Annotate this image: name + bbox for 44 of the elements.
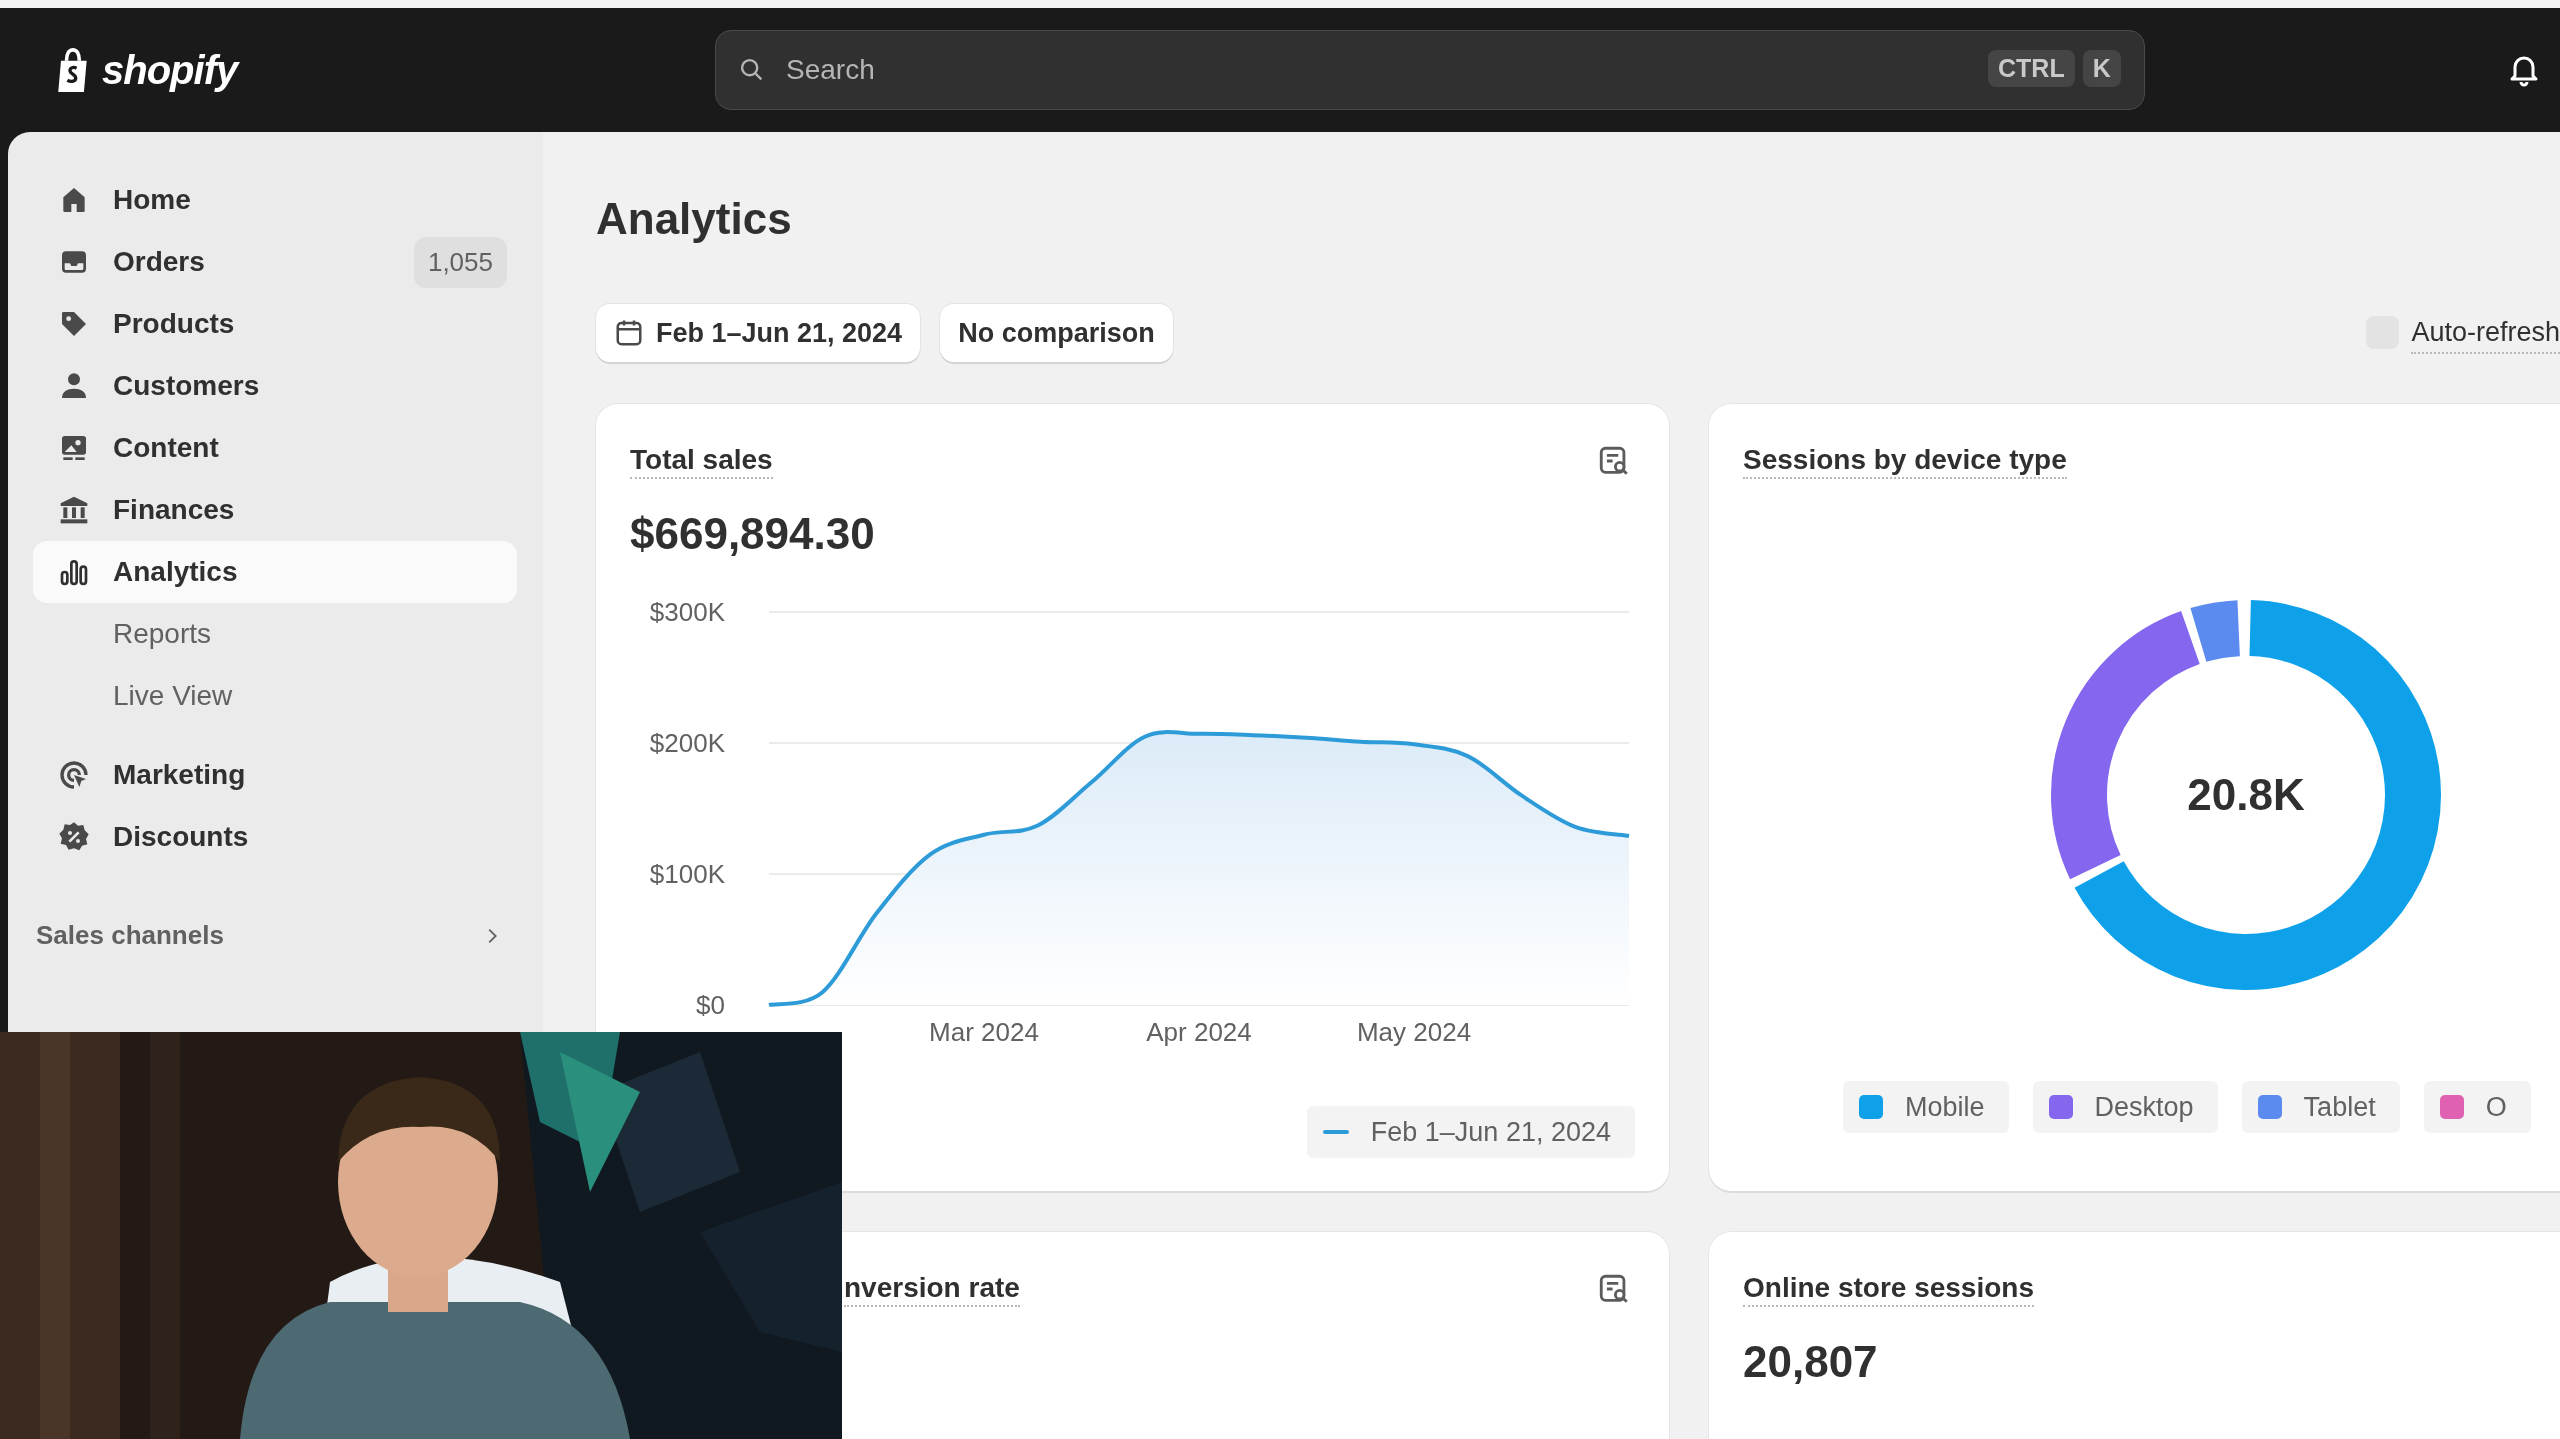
target-icon: [58, 759, 90, 791]
legend-label: Desktop: [2094, 1090, 2194, 1124]
legend-label: Feb 1–Jun 21, 2024: [1370, 1115, 1611, 1149]
card-title: Online store sessions: [1743, 1269, 2034, 1307]
nav-item[interactable]: Orders 1,055: [33, 231, 517, 293]
shortcut-key: CTRL: [1988, 50, 2075, 87]
count-badge: 1,055: [413, 236, 507, 288]
nav-subitem[interactable]: Reports: [33, 603, 517, 665]
date-range-button[interactable]: Feb 1–Jun 21, 2024: [596, 303, 921, 362]
legend-label: Tablet: [2303, 1090, 2376, 1124]
nav-item[interactable]: Analytics: [33, 541, 517, 603]
nav-item[interactable]: Customers: [33, 355, 517, 417]
auto-refresh-label: Auto-refresh: [2411, 311, 2560, 355]
bank-icon: [58, 494, 90, 526]
comparison-button[interactable]: No comparison: [940, 303, 1173, 362]
section-label: Sales channels: [36, 919, 224, 952]
legend-label: Mobile: [1905, 1090, 1985, 1124]
nav-item[interactable]: Content: [33, 417, 517, 479]
axis-label: $0: [696, 989, 725, 1020]
legend-label: O: [2485, 1090, 2507, 1124]
metric-value: 20,807: [1743, 1335, 1879, 1388]
card-title: Sessions by device type: [1743, 441, 2067, 479]
line-swatch: [1322, 1129, 1349, 1134]
axis-label: $300K: [649, 596, 725, 627]
nav-item[interactable]: Marketing: [33, 744, 517, 806]
card-title: nversion rate: [844, 1269, 1020, 1307]
nav-subitem[interactable]: Live View: [33, 665, 517, 727]
axis-label: $200K: [649, 727, 725, 758]
shortcut-key: K: [2082, 50, 2121, 87]
axis-label: $100K: [649, 858, 725, 889]
nav-item[interactable]: Home: [33, 169, 517, 231]
axis-label: Apr 2024: [1146, 1016, 1252, 1047]
nav-item[interactable]: Products: [33, 293, 517, 355]
card-title: Total sales: [630, 441, 773, 479]
center-value: 20.8K: [2186, 769, 2305, 819]
metric-value: $669,894.30: [630, 507, 876, 560]
axis-label: Mar 2024: [929, 1016, 1039, 1047]
logo-text: shopify: [102, 47, 238, 94]
axis-label: May 2024: [1356, 1016, 1472, 1047]
nav-item[interactable]: Discounts: [33, 806, 517, 868]
section-header[interactable]: Sales channels: [33, 908, 517, 963]
page-title: Analytics: [596, 193, 793, 245]
percent-badge-icon: [58, 821, 90, 853]
nav-item[interactable]: Finances: [33, 479, 517, 541]
